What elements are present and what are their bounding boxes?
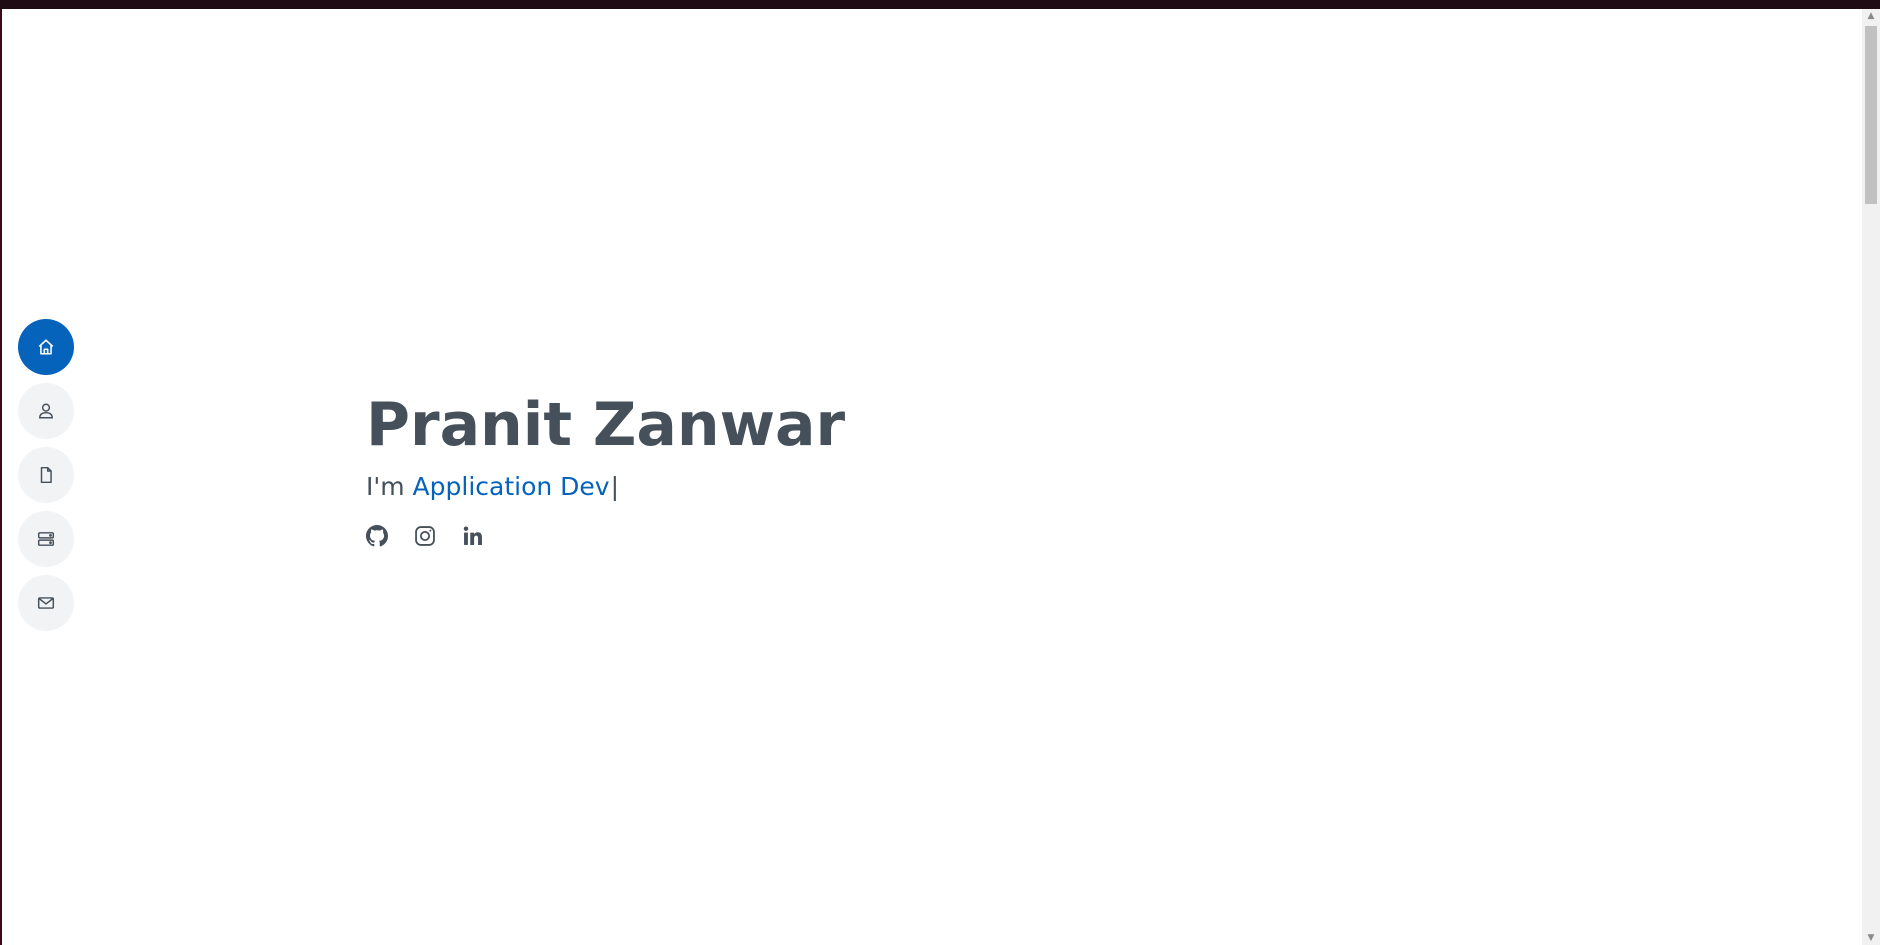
typing-cursor: |: [610, 472, 620, 501]
instagram-icon: [415, 526, 435, 546]
linkedin-icon: [463, 526, 482, 545]
instagram-link[interactable]: [414, 525, 436, 547]
server-icon: [37, 532, 55, 546]
social-links: [366, 525, 845, 547]
linkedin-link[interactable]: [462, 525, 484, 547]
nav-resume-button[interactable]: [18, 447, 74, 503]
envelope-icon: [37, 597, 55, 609]
nav-contact-button[interactable]: [18, 575, 74, 631]
home-icon: [38, 339, 54, 355]
hero-typed-role: Application Dev: [412, 472, 610, 501]
page: Pranit Zanwar I'm Application Dev|: [2, 9, 1862, 945]
hero-subtitle: I'm Application Dev|: [366, 471, 845, 503]
scroll-thumb[interactable]: [1865, 26, 1877, 204]
hero-prefix: I'm: [366, 472, 413, 501]
scroll-up-arrow[interactable]: ▲: [1862, 9, 1880, 23]
file-icon: [40, 466, 52, 484]
nav-portfolio-button[interactable]: [18, 511, 74, 567]
window-top-bar: [0, 0, 1880, 9]
person-icon: [39, 403, 53, 419]
github-link[interactable]: [366, 525, 388, 547]
hero-name: Pranit Zanwar: [366, 390, 846, 460]
hero-section: Pranit Zanwar I'm Application Dev|: [366, 389, 845, 547]
nav-home-button[interactable]: [18, 319, 74, 375]
nav-about-button[interactable]: [18, 383, 74, 439]
vertical-scrollbar[interactable]: ▲ ▼: [1862, 9, 1880, 945]
side-nav: [18, 319, 74, 631]
github-icon: [366, 525, 388, 547]
scroll-down-arrow[interactable]: ▼: [1862, 931, 1880, 945]
